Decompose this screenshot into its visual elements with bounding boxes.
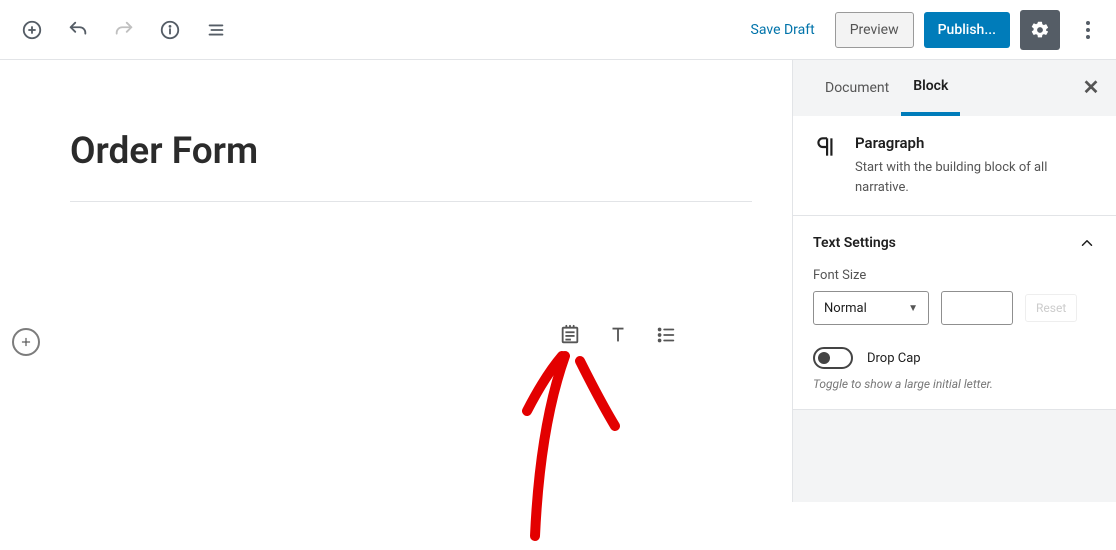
more-menu-button[interactable] — [1070, 12, 1106, 48]
outline-icon[interactable] — [198, 12, 234, 48]
annotation-arrow — [505, 346, 635, 550]
save-draft-link[interactable]: Save Draft — [741, 22, 825, 38]
add-block-icon[interactable] — [14, 12, 50, 48]
add-block-inline-button[interactable] — [12, 328, 40, 356]
text-settings-toggle[interactable]: Text Settings — [813, 234, 1096, 252]
font-size-select[interactable]: Normal ▼ — [813, 291, 929, 325]
info-icon[interactable] — [152, 12, 188, 48]
block-card-desc: Start with the building block of all nar… — [855, 158, 1096, 197]
redo-icon — [106, 12, 142, 48]
settings-button[interactable] — [1020, 10, 1060, 50]
tab-document[interactable]: Document — [813, 60, 901, 116]
block-card-title: Paragraph — [855, 134, 1096, 152]
gear-icon — [1030, 20, 1050, 40]
font-size-reset-button: Reset — [1025, 294, 1077, 322]
post-title[interactable]: Order Form — [70, 90, 752, 202]
drop-cap-hint: Toggle to show a large initial letter. — [813, 377, 1096, 391]
toolbar-right: Save Draft Preview Publish... — [741, 10, 1106, 50]
panel-title: Text Settings — [813, 235, 896, 251]
list-block-icon[interactable] — [651, 320, 681, 350]
text-settings-panel: Text Settings Font Size Normal ▼ Reset D… — [793, 216, 1116, 410]
font-size-label: Font Size — [813, 268, 1096, 283]
close-sidebar-button[interactable]: ✕ — [1080, 76, 1102, 98]
chevron-down-icon: ▼ — [908, 303, 918, 314]
tab-block[interactable]: Block — [901, 60, 960, 116]
top-toolbar: Save Draft Preview Publish... — [0, 0, 1116, 60]
chevron-up-icon — [1078, 234, 1096, 252]
block-card: Paragraph Start with the building block … — [793, 116, 1116, 216]
heading-block-icon[interactable] — [603, 320, 633, 350]
block-suggestions — [555, 320, 681, 350]
form-block-icon[interactable] — [555, 320, 585, 350]
font-size-number-input[interactable] — [941, 291, 1013, 325]
undo-icon[interactable] — [60, 12, 96, 48]
main: Order Form Document — [0, 60, 1116, 502]
toolbar-left — [14, 12, 234, 48]
drop-cap-label: Drop Cap — [867, 351, 921, 366]
drop-cap-toggle[interactable] — [813, 347, 853, 369]
settings-sidebar: Document Block ✕ Paragraph Start with th… — [792, 60, 1116, 502]
preview-button[interactable]: Preview — [835, 12, 914, 48]
paragraph-icon — [813, 134, 841, 162]
sidebar-tabs: Document Block ✕ — [793, 60, 1116, 116]
editor-canvas: Order Form — [0, 60, 792, 502]
publish-button[interactable]: Publish... — [924, 12, 1010, 48]
font-size-value: Normal — [824, 301, 867, 316]
